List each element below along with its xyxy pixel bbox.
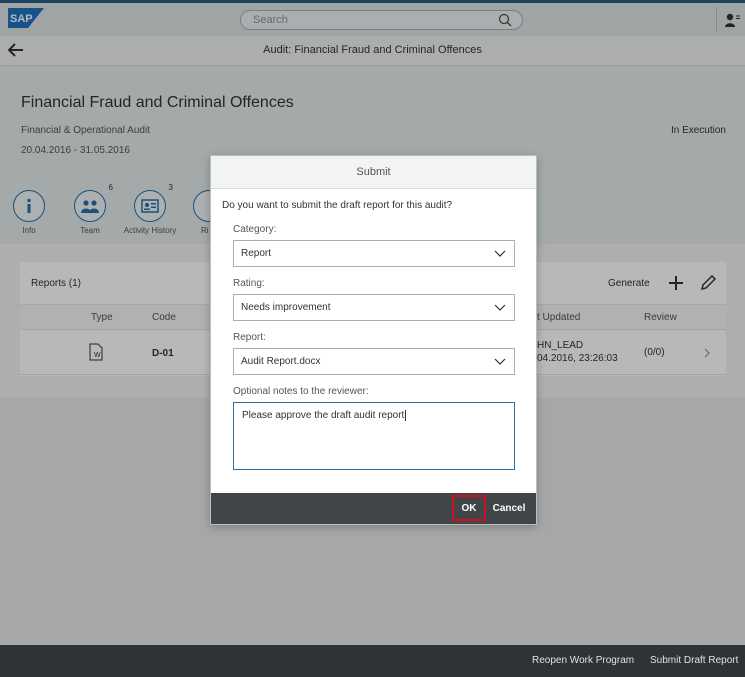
dialog-question: Do you want to submit the draft report f… [222, 200, 453, 211]
footer-toolbar: Reopen Work Program Submit Draft Report [0, 645, 745, 677]
cancel-button[interactable]: Cancel [491, 495, 527, 521]
ok-button[interactable]: OK [452, 495, 486, 521]
dialog-footer: OK Cancel [211, 493, 536, 524]
chevron-down-icon[interactable] [494, 250, 506, 258]
rating-label: Rating: [233, 278, 265, 289]
reopen-work-program-button[interactable]: Reopen Work Program [532, 655, 634, 666]
dialog-header: Submit [211, 156, 536, 189]
rating-value: Needs improvement [241, 302, 331, 313]
notes-label: Optional notes to the reviewer: [233, 386, 369, 397]
report-value: Audit Report.docx [241, 356, 321, 367]
category-label: Category: [233, 224, 277, 235]
category-value: Report [241, 248, 272, 259]
text-caret [405, 410, 407, 421]
report-label: Report: [233, 332, 266, 343]
rating-select[interactable]: Needs improvement [233, 294, 515, 321]
submit-draft-report-button[interactable]: Submit Draft Report [650, 655, 738, 666]
dialog-title: Submit [356, 166, 391, 178]
notes-textarea[interactable]: Please approve the draft audit report [233, 402, 515, 470]
notes-value: Please approve the draft audit report [242, 410, 407, 422]
category-select[interactable]: Report [233, 240, 515, 267]
chevron-down-icon[interactable] [494, 358, 506, 366]
report-select[interactable]: Audit Report.docx [233, 348, 515, 375]
submit-dialog: Submit Do you want to submit the draft r… [210, 155, 537, 525]
chevron-down-icon[interactable] [494, 304, 506, 312]
